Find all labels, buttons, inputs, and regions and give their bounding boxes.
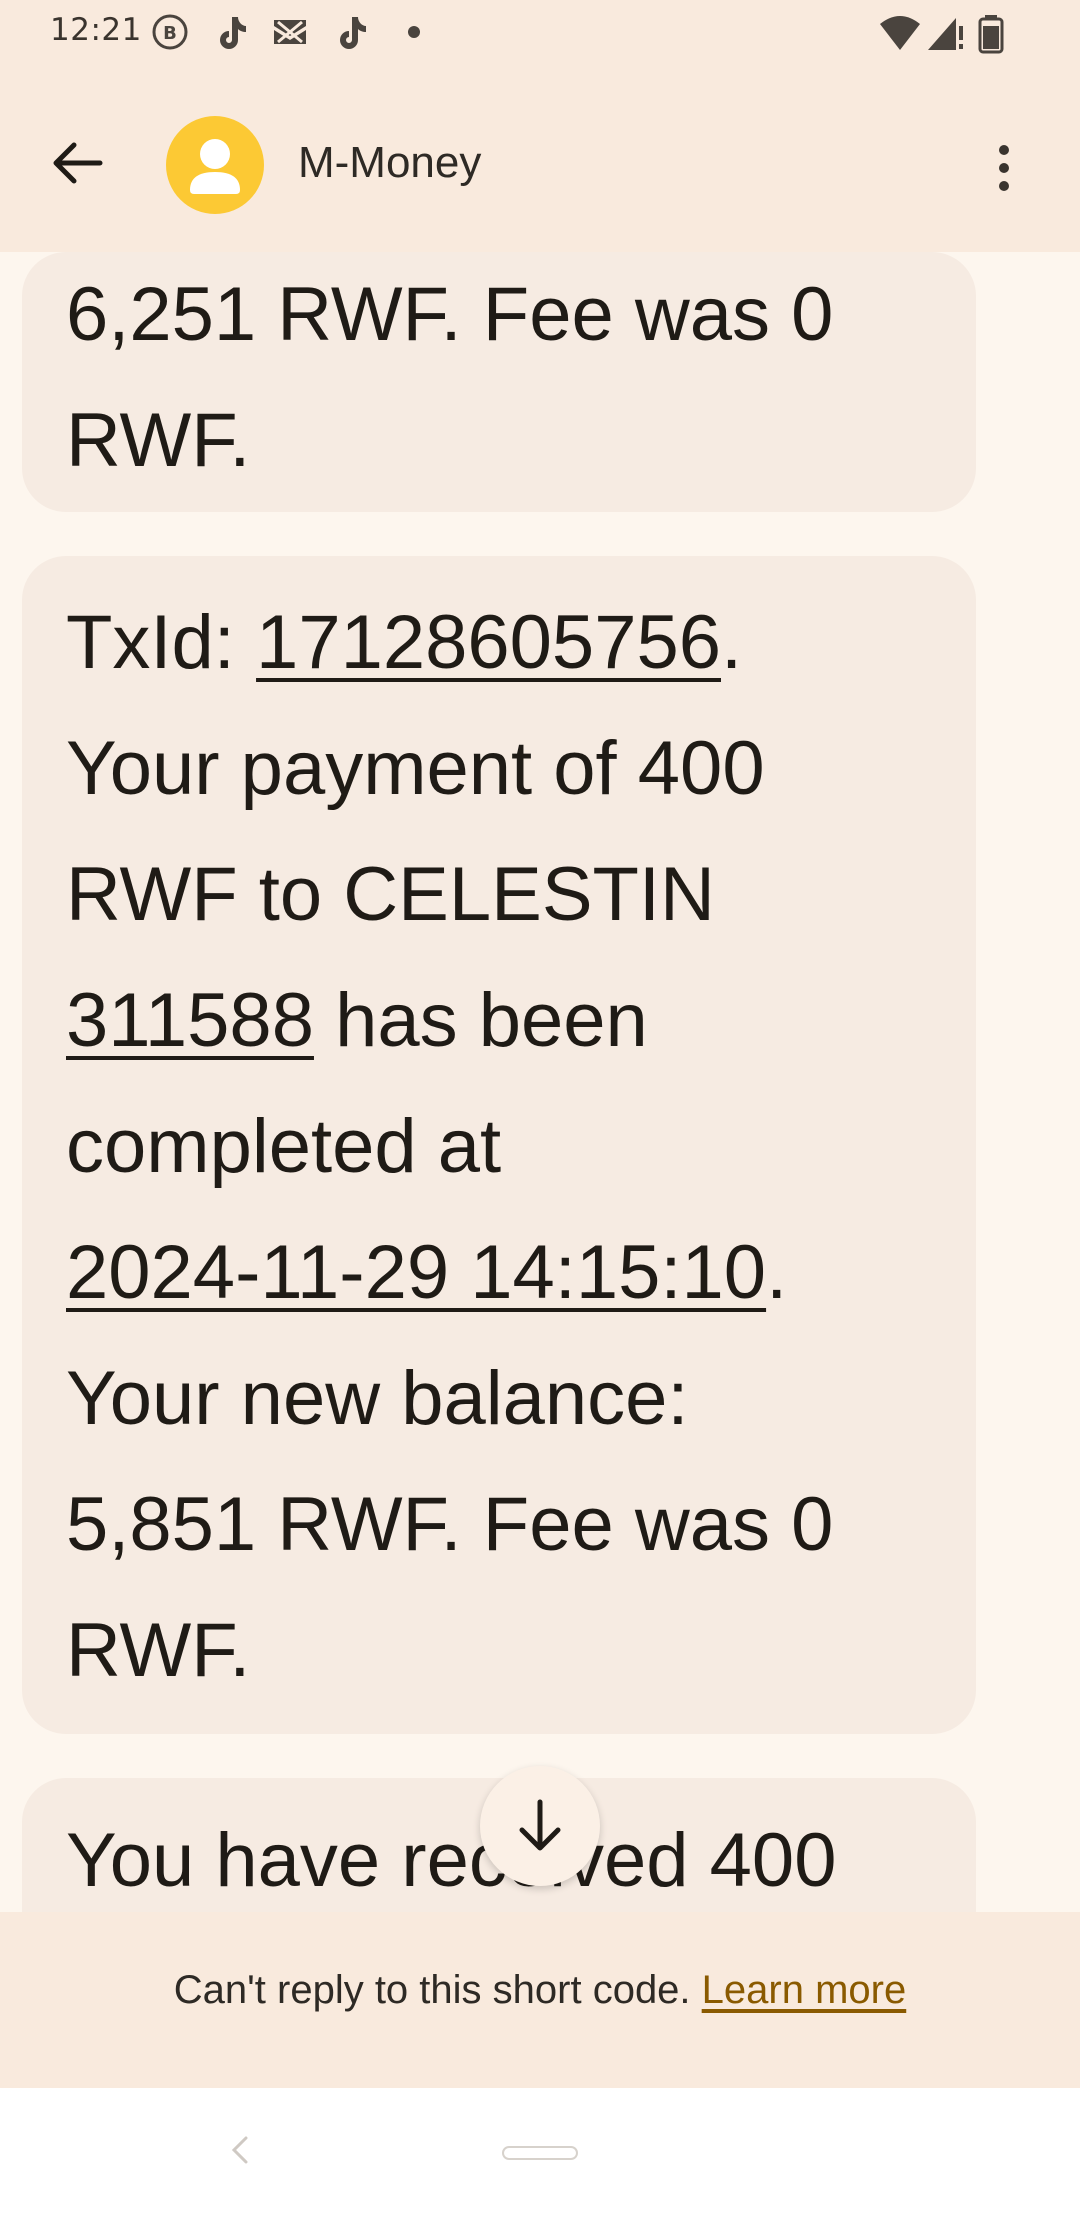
signal-icon bbox=[928, 18, 963, 50]
battery-icon bbox=[978, 15, 1004, 54]
message-bubble[interactable]: 6,251 RWF. Fee was 0 RWF. bbox=[22, 252, 976, 512]
dot-icon bbox=[408, 26, 420, 38]
reply-notice: Can't reply to this short code. Learn mo… bbox=[0, 1968, 1080, 2013]
back-arrow-icon[interactable] bbox=[42, 128, 112, 198]
message-text: 5,851 RWF. Fee was 0 bbox=[66, 1482, 834, 1567]
b-circle-icon: B bbox=[152, 14, 188, 50]
message-text: You have received 400 bbox=[66, 1818, 837, 1903]
message-text: RWF to CELESTIN bbox=[66, 852, 715, 937]
status-bar: 12:21 B bbox=[0, 0, 1080, 66]
message-text: RWF. bbox=[66, 1608, 251, 1693]
tiktok-icon bbox=[220, 17, 246, 49]
message-text: RWF. bbox=[66, 398, 251, 483]
reply-notice-text: Can't reply to this short code. bbox=[173, 1968, 691, 2012]
contact-name[interactable]: M-Money bbox=[298, 138, 481, 188]
message-text: completed at bbox=[66, 1104, 502, 1189]
message-text: Your new balance: bbox=[66, 1356, 689, 1441]
message-text: . bbox=[766, 1230, 788, 1315]
message-line: 6,251 RWF. Fee was 0 bbox=[66, 252, 932, 378]
message-text: TxId: bbox=[66, 600, 257, 685]
message-text: 6,251 RWF. Fee was 0 bbox=[66, 272, 834, 357]
message-text: . bbox=[721, 600, 743, 685]
wifi-icon bbox=[880, 16, 920, 50]
more-options-icon[interactable] bbox=[976, 140, 1032, 196]
message-line: RWF. bbox=[66, 1588, 932, 1714]
arrow-down-icon bbox=[519, 1799, 561, 1851]
message-link[interactable]: 2024-11-29 14:15:10 bbox=[66, 1230, 766, 1315]
scroll-to-bottom-button[interactable] bbox=[480, 1766, 600, 1886]
message-link[interactable]: 311588 bbox=[66, 978, 314, 1063]
reply-disabled-footer: Can't reply to this short code. Learn mo… bbox=[0, 1912, 1080, 2088]
x-mail-icon bbox=[274, 20, 306, 44]
learn-more-link[interactable]: Learn more bbox=[702, 1968, 907, 2012]
message-line: completed at bbox=[66, 1084, 932, 1210]
tiktok-icon bbox=[340, 17, 366, 49]
nav-back-icon[interactable] bbox=[222, 2132, 258, 2168]
message-line: 311588 has been bbox=[66, 958, 932, 1084]
message-bubble[interactable]: TxId: 17128605756. Your payment of 400 RWF… bbox=[22, 556, 976, 1734]
svg-text:B: B bbox=[163, 23, 177, 44]
messages-screen: 6,251 RWF. Fee was 0 RWF. TxId: 171286057… bbox=[0, 0, 1080, 2220]
person-icon bbox=[190, 139, 240, 194]
message-text: Your payment of 400 bbox=[66, 726, 765, 811]
message-text: has been bbox=[313, 978, 648, 1063]
message-line: TxId: 17128605756. bbox=[66, 580, 932, 706]
message-line: RWF to CELESTIN bbox=[66, 832, 932, 958]
navigation-bar bbox=[0, 2088, 1080, 2220]
conversation-header: M-Money bbox=[0, 66, 1080, 252]
message-list[interactable]: 6,251 RWF. Fee was 0 RWF. TxId: 171286057… bbox=[0, 0, 1080, 1912]
message-line: Your payment of 400 bbox=[66, 706, 932, 832]
message-link[interactable]: 17128605756 bbox=[256, 600, 721, 685]
status-time: 12:21 bbox=[50, 12, 142, 48]
message-line: RWF. bbox=[66, 378, 932, 504]
message-line: 2024-11-29 14:15:10. bbox=[66, 1210, 932, 1336]
avatar[interactable] bbox=[166, 116, 264, 214]
nav-home-pill[interactable] bbox=[502, 2146, 578, 2160]
message-line: 5,851 RWF. Fee was 0 bbox=[66, 1462, 932, 1588]
message-line: Your new balance: bbox=[66, 1336, 932, 1462]
